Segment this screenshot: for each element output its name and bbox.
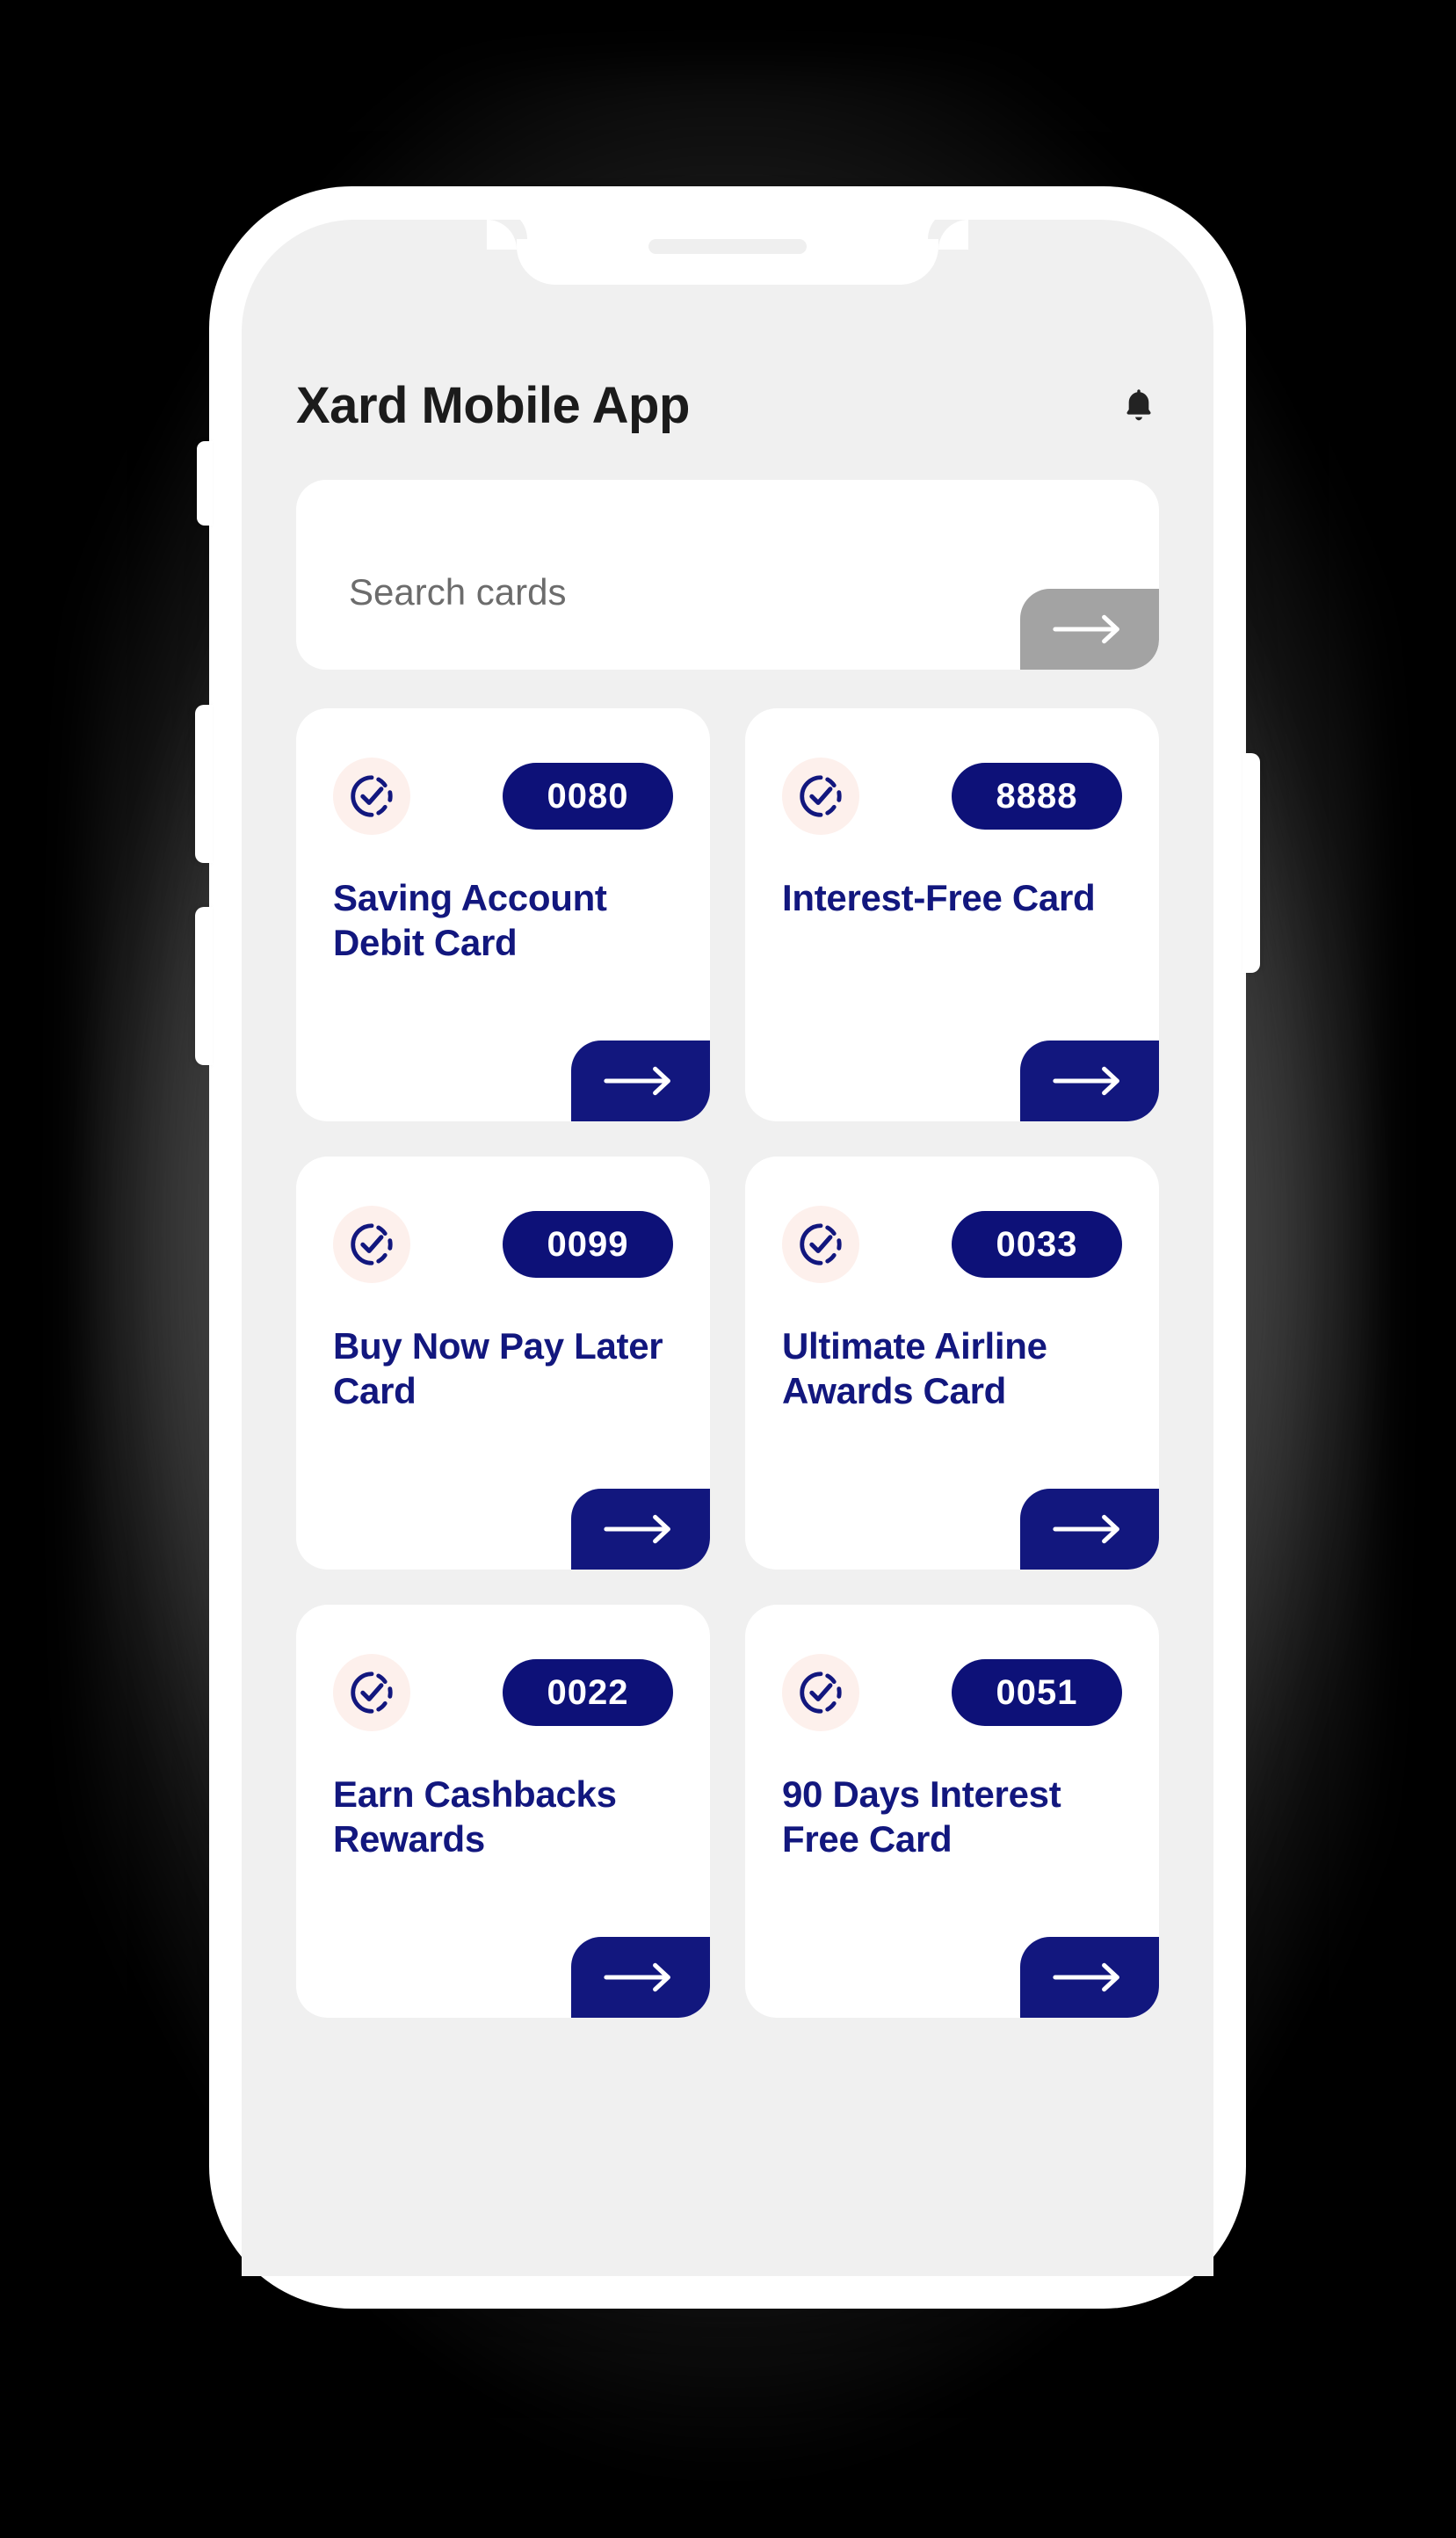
card-title: Ultimate Airline Awards Card [782,1325,1047,1412]
card-title: 90 Days Interest Free Card [782,1773,1061,1860]
card-status-badge [333,1206,410,1283]
search-bar[interactable]: Search cards [296,480,1159,670]
card-number-badge: 0033 [952,1211,1122,1278]
phone-screen: Xard Mobile App Search cards 0080 Saving… [242,220,1213,2276]
card-number-badge: 0022 [503,1659,673,1726]
search-input[interactable]: Search cards [349,571,566,613]
card-action-button[interactable] [571,1489,710,1570]
power-button[interactable] [1242,753,1260,973]
card-number-badge: 0051 [952,1659,1122,1726]
page-title: Xard Mobile App [296,377,690,434]
arrow-right-icon [1053,614,1119,644]
card-header: 0099 [333,1206,673,1283]
silence-switch-button[interactable] [197,441,213,526]
check-circle-dashed-icon [800,775,842,817]
arrow-right-icon [1053,1962,1119,1992]
card-header: 0080 [333,758,673,835]
check-circle-dashed-icon [800,1223,842,1265]
device-notch [487,220,968,285]
volume-down-button[interactable] [195,907,213,1065]
screenshot-stage: Xard Mobile App Search cards 0080 Saving… [0,0,1456,2538]
card-item[interactable]: 8888 Interest-Free Card [745,708,1159,1121]
card-status-badge [333,758,410,835]
phone-mockup: Xard Mobile App Search cards 0080 Saving… [195,186,1260,2309]
card-action-button[interactable] [1020,1041,1159,1121]
card-title: Earn Cashbacks Rewards [333,1773,617,1860]
arrow-right-icon [604,1514,670,1544]
arrow-right-icon [604,1066,670,1096]
card-item[interactable]: 0022 Earn Cashbacks Rewards [296,1605,710,2018]
card-item[interactable]: 0051 90 Days Interest Free Card [745,1605,1159,2018]
check-circle-dashed-icon [800,1671,842,1714]
bell-icon [1126,388,1151,420]
card-title: Interest-Free Card [782,877,1096,918]
card-number-badge: 0099 [503,1211,673,1278]
card-grid: 0080 Saving Account Debit Card 8888 Inte… [296,708,1159,2018]
card-status-badge [333,1654,410,1731]
card-title: Saving Account Debit Card [333,877,607,964]
check-circle-dashed-icon [351,1671,393,1714]
card-header: 0051 [782,1654,1122,1731]
search-submit-button[interactable] [1020,589,1159,670]
app-content: Xard Mobile App Search cards 0080 Saving… [242,220,1213,2276]
volume-up-button[interactable] [195,705,213,863]
card-action-button[interactable] [571,1041,710,1121]
arrow-right-icon [1053,1066,1119,1096]
card-header: 8888 [782,758,1122,835]
content-bottom-fade [242,2144,1213,2276]
card-item[interactable]: 0033 Ultimate Airline Awards Card [745,1157,1159,1570]
app-header: Xard Mobile App [242,376,1213,435]
card-header: 0033 [782,1206,1122,1283]
card-number-badge: 0080 [503,763,673,830]
check-circle-dashed-icon [351,775,393,817]
card-status-badge [782,758,859,835]
card-item[interactable]: 0080 Saving Account Debit Card [296,708,710,1121]
card-number-badge: 8888 [952,763,1122,830]
arrow-right-icon [604,1962,670,1992]
card-status-badge [782,1206,859,1283]
notification-bell-button[interactable] [1119,383,1159,429]
card-action-button[interactable] [571,1937,710,2018]
check-circle-dashed-icon [351,1223,393,1265]
card-action-button[interactable] [1020,1489,1159,1570]
card-title: Buy Now Pay Later Card [333,1325,663,1412]
card-item[interactable]: 0099 Buy Now Pay Later Card [296,1157,710,1570]
card-action-button[interactable] [1020,1937,1159,2018]
card-status-badge [782,1654,859,1731]
arrow-right-icon [1053,1514,1119,1544]
earpiece-speaker-icon [648,239,807,254]
card-header: 0022 [333,1654,673,1731]
